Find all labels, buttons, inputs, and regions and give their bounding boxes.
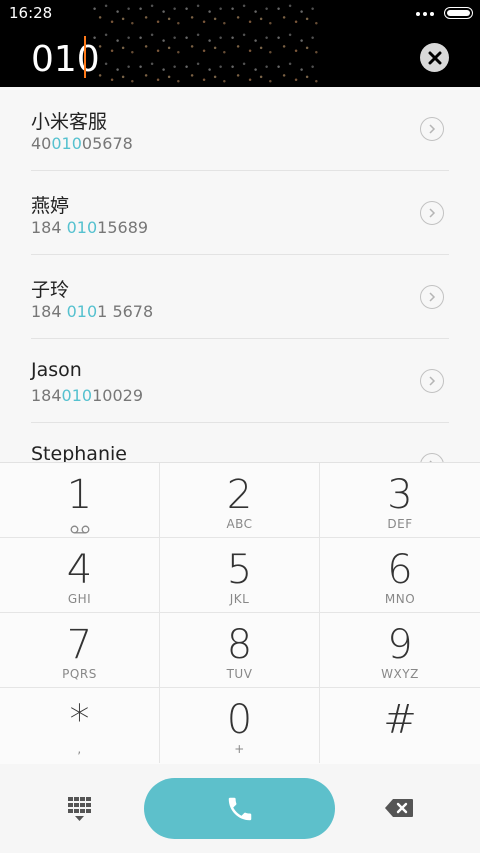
- contact-item[interactable]: 小米客服 4001005678: [0, 87, 480, 171]
- key-digit: 7: [66, 622, 93, 668]
- dialpad-toggle-button[interactable]: [67, 796, 93, 822]
- key-6[interactable]: 6 MNO: [320, 538, 480, 613]
- contact-name: Stephanie: [31, 443, 127, 462]
- call-button[interactable]: [144, 778, 335, 839]
- key-letters: ABC: [226, 517, 253, 531]
- dialer-action-bar: [0, 764, 480, 853]
- voicemail-icon: [0, 519, 159, 538]
- dial-keypad: 1 2 ABC 3 DEF 4 GHI 5 JKL 6 MNO 7 PQRS 8…: [0, 462, 480, 764]
- key-digit: 8: [226, 622, 253, 668]
- key-digit: 5: [226, 547, 253, 593]
- key-2[interactable]: 2 ABC: [160, 463, 320, 538]
- key-letters: DEF: [387, 517, 413, 531]
- key-3[interactable]: 3 DEF: [320, 463, 480, 538]
- key-0[interactable]: 0 +: [160, 688, 320, 763]
- contact-item[interactable]: 子玲 184 0101 5678: [0, 255, 480, 339]
- chevron-right-icon: [429, 376, 436, 386]
- key-digit: 2: [226, 472, 253, 518]
- key-9[interactable]: 9 WXYZ: [320, 613, 480, 688]
- key-digit: *: [69, 697, 90, 743]
- key-digit: 6: [387, 547, 413, 593]
- key-5[interactable]: 5 JKL: [160, 538, 320, 613]
- key-letters: WXYZ: [381, 667, 419, 681]
- phone-icon: [228, 797, 251, 820]
- battery-icon: [444, 7, 473, 19]
- header-sparkle-decoration: [90, 0, 320, 87]
- more-dots-icon: [416, 12, 434, 16]
- key-letters: PQRS: [62, 667, 97, 681]
- key-8[interactable]: 8 TUV: [160, 613, 320, 688]
- key-letters: ,: [77, 742, 82, 756]
- contact-detail-button[interactable]: [420, 453, 444, 462]
- key-digit: 9: [387, 622, 413, 668]
- dialed-number[interactable]: 010: [31, 38, 100, 82]
- contact-phone: 4001005678: [31, 134, 133, 153]
- key-7[interactable]: 7 PQRS: [0, 613, 160, 688]
- key-letters: MNO: [384, 592, 416, 606]
- key-star[interactable]: * ,: [0, 688, 160, 763]
- text-cursor: [84, 36, 86, 78]
- contact-name: 子玲: [31, 279, 70, 301]
- key-digit: #: [383, 697, 417, 743]
- contact-item[interactable]: Jason 18401010029: [0, 339, 480, 423]
- key-letters: GHI: [67, 592, 92, 606]
- backspace-icon: [385, 799, 413, 817]
- key-letters: JKL: [229, 592, 250, 606]
- key-digit: 0: [226, 697, 253, 743]
- key-letters: TUV: [226, 667, 253, 681]
- contact-phone: 18401010029: [31, 386, 143, 405]
- key-1[interactable]: 1: [0, 463, 160, 538]
- clear-number-button[interactable]: [420, 43, 449, 72]
- key-digit: 4: [66, 547, 93, 593]
- backspace-button[interactable]: [384, 798, 414, 818]
- contact-name: 小米客服: [31, 111, 108, 133]
- dialpad-icon: [68, 797, 91, 821]
- key-digit: 1: [66, 472, 93, 518]
- status-time: 16:28: [9, 4, 53, 22]
- dialer-header: 16:28 010: [0, 0, 480, 87]
- close-icon: [428, 51, 441, 64]
- contact-name: 燕婷: [31, 195, 70, 217]
- contact-detail-button[interactable]: [420, 369, 444, 393]
- contact-phone: 184 0101 5678: [31, 302, 154, 321]
- contact-item[interactable]: Stephanie: [0, 423, 480, 462]
- key-hash[interactable]: #: [320, 688, 480, 763]
- chevron-right-icon: [429, 124, 436, 134]
- contact-detail-button[interactable]: [420, 117, 444, 141]
- chevron-right-icon: [429, 208, 436, 218]
- contact-suggestions-list[interactable]: 小米客服 4001005678 燕婷 184 01015689 子玲 184 0…: [0, 87, 480, 462]
- contact-phone: 184 01015689: [31, 218, 149, 237]
- key-4[interactable]: 4 GHI: [0, 538, 160, 613]
- contact-name: Jason: [31, 359, 82, 381]
- chevron-right-icon: [429, 292, 436, 302]
- key-letters: +: [234, 742, 245, 756]
- key-digit: 3: [387, 472, 413, 518]
- contact-detail-button[interactable]: [420, 285, 444, 309]
- contact-detail-button[interactable]: [420, 201, 444, 225]
- contact-item[interactable]: 燕婷 184 01015689: [0, 171, 480, 255]
